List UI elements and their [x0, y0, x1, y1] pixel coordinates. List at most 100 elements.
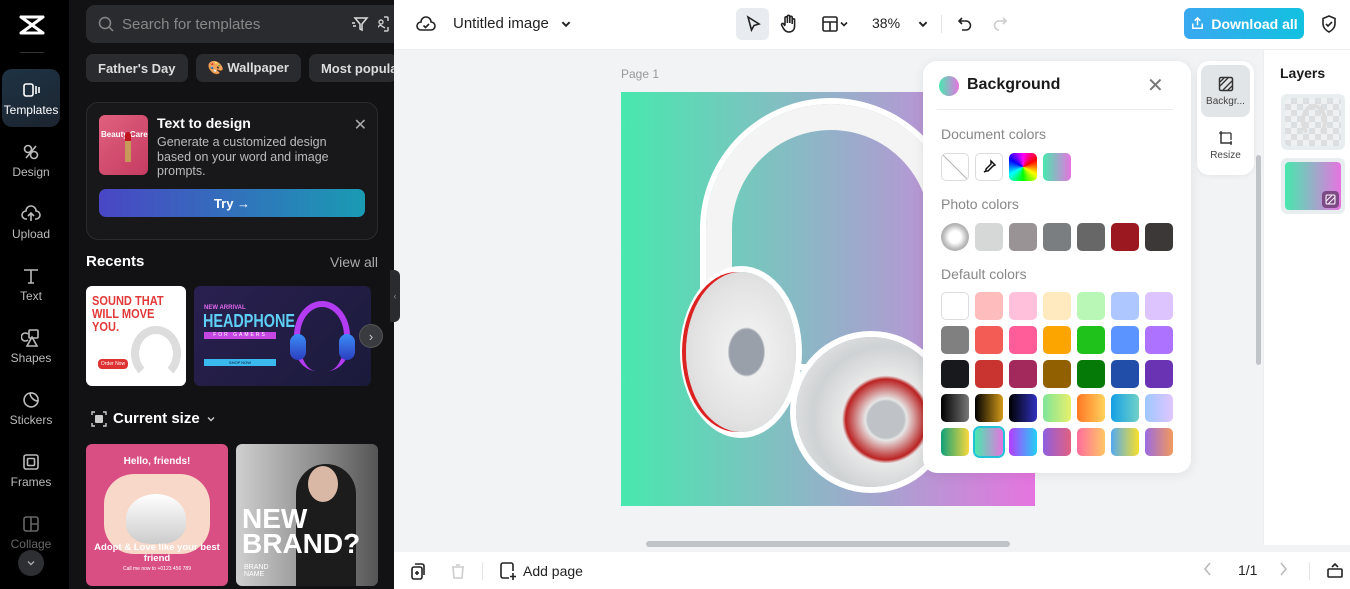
prev-page-button[interactable]: [1202, 561, 1214, 577]
default-color-swatch[interactable]: [975, 326, 1003, 354]
default-color-swatch[interactable]: [1111, 292, 1139, 320]
no-color-swatch[interactable]: [941, 153, 969, 181]
color-picker-swatch[interactable]: [1009, 153, 1037, 181]
default-color-swatch[interactable]: [975, 394, 1003, 422]
document-title[interactable]: Untitled image: [453, 15, 549, 32]
default-color-swatch[interactable]: [1145, 292, 1173, 320]
default-color-swatch[interactable]: [1043, 428, 1071, 456]
vertical-scrollbar[interactable]: [1256, 155, 1261, 365]
rail-item-stickers[interactable]: Stickers: [2, 379, 60, 437]
default-color-swatch[interactable]: [1043, 394, 1071, 422]
default-color-swatch[interactable]: [941, 394, 969, 422]
photo-color-swatch[interactable]: [1077, 223, 1105, 251]
default-color-swatch[interactable]: [1111, 360, 1139, 388]
horizontal-scrollbar[interactable]: [646, 541, 1010, 547]
default-color-swatch[interactable]: [1077, 394, 1105, 422]
person-face: [308, 466, 338, 502]
redo-button[interactable]: [990, 14, 1010, 34]
undo-button[interactable]: [955, 14, 975, 34]
default-color-swatch[interactable]: [1009, 394, 1037, 422]
default-color-swatch[interactable]: [1009, 360, 1037, 388]
photo-color-swatch[interactable]: [1009, 223, 1037, 251]
document-gradient-swatch[interactable]: [1043, 153, 1071, 181]
delete-page-button[interactable]: [449, 562, 467, 580]
shield-check-icon[interactable]: [1318, 13, 1340, 35]
zoom-dropdown-chevron-icon[interactable]: [916, 17, 930, 31]
rail-item-design[interactable]: Design: [2, 131, 60, 189]
current-size-dropdown[interactable]: Current size: [91, 410, 216, 427]
page-manager-button[interactable]: [1326, 561, 1344, 579]
try-button[interactable]: Try →: [99, 189, 365, 217]
template-card[interactable]: NEW BRAND? BRAND NAME: [236, 444, 378, 586]
default-color-swatch[interactable]: [975, 360, 1003, 388]
default-color-swatch[interactable]: [1077, 360, 1105, 388]
filter-button[interactable]: [342, 5, 378, 43]
chip-most-popular[interactable]: Most popular: [308, 54, 394, 82]
rail-item-text[interactable]: Text: [2, 255, 60, 313]
default-color-swatch[interactable]: [1009, 292, 1037, 320]
default-color-swatch[interactable]: [1145, 326, 1173, 354]
resize-icon: [1218, 130, 1232, 145]
default-color-swatch[interactable]: [1145, 394, 1173, 422]
photo-thumbnail-swatch[interactable]: [941, 223, 969, 251]
rail-item-templates[interactable]: Templates: [2, 69, 60, 127]
default-color-swatch[interactable]: [1077, 292, 1105, 320]
background-icon: [1218, 76, 1233, 91]
collapse-panel-handle[interactable]: ‹: [390, 270, 400, 322]
hand-tool-button[interactable]: [778, 12, 800, 36]
rail-item-frames[interactable]: Frames: [2, 441, 60, 499]
layout-dropdown[interactable]: [817, 13, 853, 35]
close-icon[interactable]: ✕: [354, 115, 367, 135]
default-color-swatch[interactable]: [1111, 428, 1139, 456]
chip-fathers-day[interactable]: Father's Day: [86, 54, 188, 82]
default-color-swatch[interactable]: [1043, 292, 1071, 320]
duplicate-page-button[interactable]: [409, 562, 427, 580]
recent-headline: HEADPHONE: [203, 311, 296, 331]
chip-wallpaper[interactable]: 🎨 Wallpaper: [195, 54, 301, 82]
background-tool-button[interactable]: Backgr...: [1201, 65, 1250, 117]
recents-next-button[interactable]: ›: [359, 324, 383, 348]
close-icon[interactable]: ✕: [1147, 73, 1164, 98]
default-color-swatch[interactable]: [1043, 326, 1071, 354]
photo-color-swatch[interactable]: [1043, 223, 1071, 251]
recent-template-card[interactable]: SOUND THAT WILL MOVE YOU. Order Now: [86, 286, 186, 386]
default-color-swatch[interactable]: [973, 426, 1005, 458]
default-color-swatch[interactable]: [975, 292, 1003, 320]
recent-template-card[interactable]: NEW ARRIVAL HEADPHONE FOR GAMERS SHOP NO…: [194, 286, 371, 386]
rail-item-shapes[interactable]: Shapes: [2, 317, 60, 375]
rail-more-button[interactable]: [18, 550, 44, 576]
default-color-swatch[interactable]: [1009, 326, 1037, 354]
photo-color-swatch[interactable]: [1145, 223, 1173, 251]
next-page-button[interactable]: [1277, 561, 1289, 577]
cloud-saved-icon[interactable]: [416, 14, 436, 34]
layer-item-background[interactable]: [1281, 158, 1345, 214]
eyedropper-button[interactable]: [975, 153, 1003, 181]
view-all-link[interactable]: View all: [330, 254, 378, 270]
search-icon: [98, 16, 114, 32]
default-color-swatch[interactable]: [941, 428, 969, 456]
default-color-swatch[interactable]: [1077, 326, 1105, 354]
default-color-swatch[interactable]: [1111, 394, 1139, 422]
download-all-button[interactable]: Download all: [1184, 8, 1304, 39]
resize-tool-button[interactable]: Resize: [1201, 119, 1250, 171]
zoom-level[interactable]: 38%: [872, 15, 900, 31]
search-placeholder: Search for templates: [122, 15, 261, 33]
rail-item-upload[interactable]: Upload: [2, 193, 60, 251]
default-color-swatch[interactable]: [1043, 360, 1071, 388]
default-color-swatch[interactable]: [1009, 428, 1037, 456]
default-color-swatch[interactable]: [941, 326, 969, 354]
select-tool-button[interactable]: [736, 8, 769, 40]
layer-item-headphone[interactable]: [1281, 94, 1345, 150]
photo-color-swatch[interactable]: [1111, 223, 1139, 251]
default-color-swatch[interactable]: [941, 292, 969, 320]
photo-color-swatch[interactable]: [975, 223, 1003, 251]
default-color-swatch[interactable]: [1077, 428, 1105, 456]
default-color-swatch[interactable]: [941, 360, 969, 388]
default-color-swatch[interactable]: [1145, 428, 1173, 456]
default-color-swatch[interactable]: [1145, 360, 1173, 388]
capcut-logo-icon[interactable]: [17, 10, 47, 40]
default-color-swatch[interactable]: [1111, 326, 1139, 354]
chevron-down-icon[interactable]: [559, 17, 573, 31]
template-card[interactable]: Hello, friends! Adopt & Love like your b…: [86, 444, 228, 586]
add-page-button[interactable]: Add page: [499, 561, 583, 581]
